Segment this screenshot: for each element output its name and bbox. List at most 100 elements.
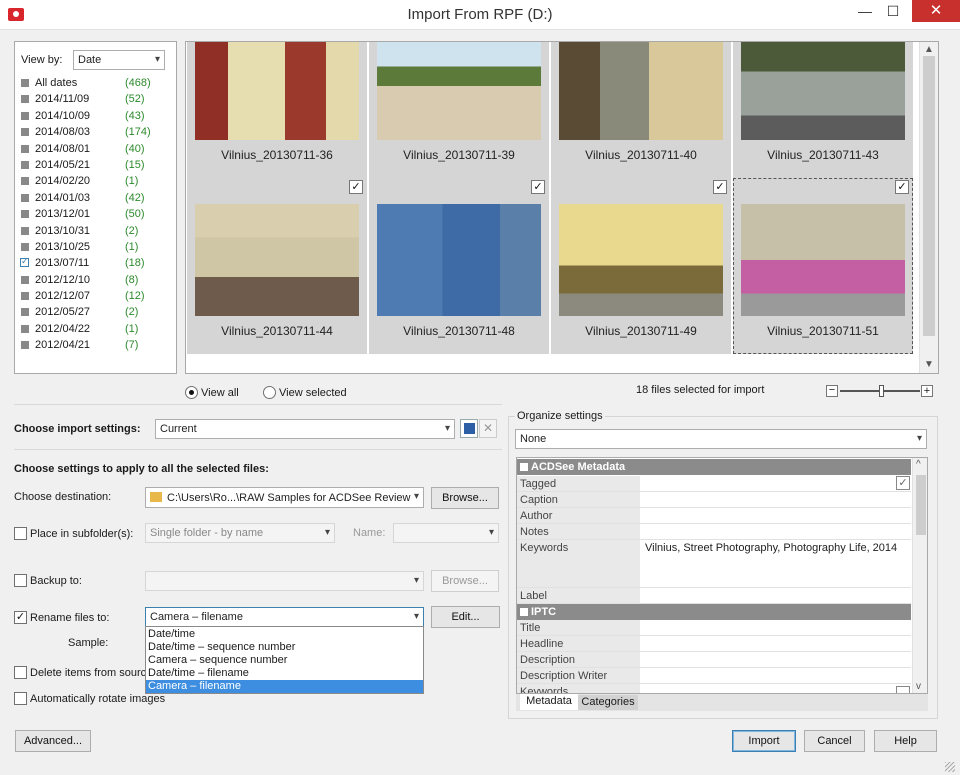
metadata-row[interactable]: Keywords: [517, 684, 911, 693]
date-checkbox[interactable]: [21, 193, 29, 202]
date-item[interactable]: 2013/10/31 (2): [15, 223, 175, 239]
date-item[interactable]: 2014/02/20 (1): [15, 173, 175, 189]
date-item[interactable]: 2014/10/09 (43): [15, 108, 175, 124]
date-checkbox[interactable]: [21, 111, 29, 120]
rename-option[interactable]: Date/time: [146, 628, 423, 641]
zoom-slider-thumb[interactable]: [879, 385, 884, 397]
backup-select[interactable]: ▾: [145, 571, 424, 591]
date-item[interactable]: 2012/12/10 (8): [15, 272, 175, 288]
metadata-row[interactable]: Description: [517, 652, 911, 668]
destination-select[interactable]: C:\Users\Ro...\RAW Samples for ACDSee Re…: [145, 487, 424, 508]
zoom-out-icon[interactable]: −: [826, 385, 838, 397]
destination-browse-button[interactable]: Browse...: [431, 487, 499, 509]
date-item[interactable]: 2014/08/01 (40): [15, 141, 175, 157]
scroll-down-icon[interactable]: ▼: [924, 359, 934, 370]
date-item[interactable]: 2013/12/01 (50): [15, 206, 175, 222]
date-checkbox[interactable]: [21, 210, 29, 219]
iptc-header[interactable]: IPTC: [517, 604, 911, 620]
scroll-up-icon[interactable]: ^: [916, 459, 921, 470]
auto-rotate-checkbox[interactable]: [14, 692, 27, 705]
thumbnail-tile[interactable]: Vilnius_20130711-49 ✓: [551, 178, 731, 354]
resize-grip-icon[interactable]: [945, 762, 955, 772]
subfolder-checkbox[interactable]: [14, 527, 27, 540]
metadata-row[interactable]: Description Writer: [517, 668, 911, 684]
thumbnail-checkbox[interactable]: ✓: [531, 180, 545, 194]
metadata-row[interactable]: Title: [517, 620, 911, 636]
date-checkbox[interactable]: [21, 144, 29, 153]
rename-option[interactable]: Camera – sequence number: [146, 654, 423, 667]
metadata-row[interactable]: Notes: [517, 524, 911, 540]
keywords-value[interactable]: Vilnius, Street Photography, Photography…: [645, 542, 897, 554]
date-item[interactable]: 2014/11/09 (52): [15, 91, 175, 107]
date-checkbox[interactable]: [21, 308, 29, 317]
date-checkbox[interactable]: [21, 95, 29, 104]
date-checkbox[interactable]: [21, 324, 29, 333]
date-item[interactable]: 2014/05/21 (15): [15, 157, 175, 173]
organize-select[interactable]: None ▾: [515, 429, 927, 449]
iptc-keywords-checkbox[interactable]: [896, 686, 910, 693]
thumbnail-image[interactable]: [559, 42, 723, 140]
thumbnail-checkbox[interactable]: ✓: [895, 180, 909, 194]
thumbnail-image[interactable]: [741, 204, 905, 316]
date-checkbox[interactable]: [21, 79, 29, 87]
date-checkbox[interactable]: [21, 275, 29, 284]
date-checkbox[interactable]: [21, 292, 29, 301]
view-all-radio[interactable]: [185, 386, 198, 399]
import-button[interactable]: Import: [732, 730, 796, 752]
cancel-button[interactable]: Cancel: [804, 730, 865, 752]
date-checkbox[interactable]: [21, 128, 29, 137]
delete-settings-button[interactable]: ✕: [479, 419, 497, 438]
thumbnail-checkbox[interactable]: ✓: [349, 180, 363, 194]
scroll-thumb[interactable]: [916, 475, 926, 535]
scroll-down-icon[interactable]: v: [916, 681, 921, 692]
zoom-in-icon[interactable]: +: [921, 385, 933, 397]
rename-edit-button[interactable]: Edit...: [431, 606, 500, 628]
tagged-checkbox[interactable]: ✓: [896, 476, 910, 490]
scroll-thumb[interactable]: [923, 56, 935, 336]
backup-checkbox[interactable]: [14, 574, 27, 587]
date-checkbox[interactable]: [21, 226, 29, 235]
thumbnail-image[interactable]: [741, 42, 905, 140]
thumbnail-tile[interactable]: Vilnius_20130711-48 ✓: [369, 178, 549, 354]
subfolder-select[interactable]: Single folder - by name ▾: [145, 523, 335, 543]
close-button[interactable]: ✕: [912, 0, 960, 22]
save-settings-button[interactable]: [460, 419, 478, 438]
rename-option[interactable]: Camera – filename: [146, 680, 423, 693]
advanced-button[interactable]: Advanced...: [15, 730, 91, 752]
date-item[interactable]: 2012/12/07 (12): [15, 288, 175, 304]
maximize-button[interactable]: ☐: [878, 0, 908, 22]
rename-option[interactable]: Date/time – filename: [146, 667, 423, 680]
rename-select[interactable]: Camera – filename ▾: [145, 607, 424, 627]
date-item[interactable]: 2014/01/03 (42): [15, 190, 175, 206]
view-by-select[interactable]: Date ▾: [73, 50, 165, 70]
subfolder-name-select[interactable]: ▾: [393, 523, 499, 543]
delete-source-checkbox[interactable]: [14, 666, 27, 679]
date-item[interactable]: 2012/04/22 (1): [15, 321, 175, 337]
metadata-row[interactable]: Tagged: [517, 476, 911, 492]
thumbnail-image[interactable]: [195, 204, 359, 316]
scroll-up-icon[interactable]: ▲: [924, 44, 934, 55]
date-checkbox[interactable]: [21, 341, 29, 350]
date-item[interactable]: 2014/08/03 (174): [15, 124, 175, 140]
backup-browse-button[interactable]: Browse...: [431, 570, 499, 592]
date-checkbox[interactable]: [20, 256, 29, 268]
date-checkbox[interactable]: [21, 242, 29, 251]
date-item[interactable]: 2013/10/25 (1): [15, 239, 175, 255]
thumbnail-image[interactable]: [377, 204, 541, 316]
date-item[interactable]: 2012/04/21 (7): [15, 337, 175, 353]
import-settings-select[interactable]: Current ▾: [155, 419, 455, 439]
metadata-row-keywords[interactable]: Keywords Vilnius, Street Photography, Ph…: [517, 540, 911, 588]
thumbnail-image[interactable]: [377, 42, 541, 140]
rename-checkbox[interactable]: ✓: [14, 611, 27, 624]
thumbnail-tile[interactable]: Vilnius_20130711-51 ✓: [733, 178, 913, 354]
metadata-scrollbar[interactable]: ^ v: [912, 458, 927, 693]
minimize-button[interactable]: —: [850, 0, 880, 22]
tab-metadata[interactable]: Metadata: [520, 694, 578, 710]
rename-option[interactable]: Date/time – sequence number: [146, 641, 423, 654]
date-item[interactable]: 2012/05/27 (2): [15, 304, 175, 320]
help-button[interactable]: Help: [874, 730, 937, 752]
grid-scrollbar[interactable]: ▲ ▼: [919, 42, 938, 373]
metadata-row[interactable]: Author: [517, 508, 911, 524]
thumbnail-tile[interactable]: Vilnius_20130711-43: [733, 42, 913, 178]
acdsee-metadata-header[interactable]: ACDSee Metadata: [517, 459, 911, 475]
